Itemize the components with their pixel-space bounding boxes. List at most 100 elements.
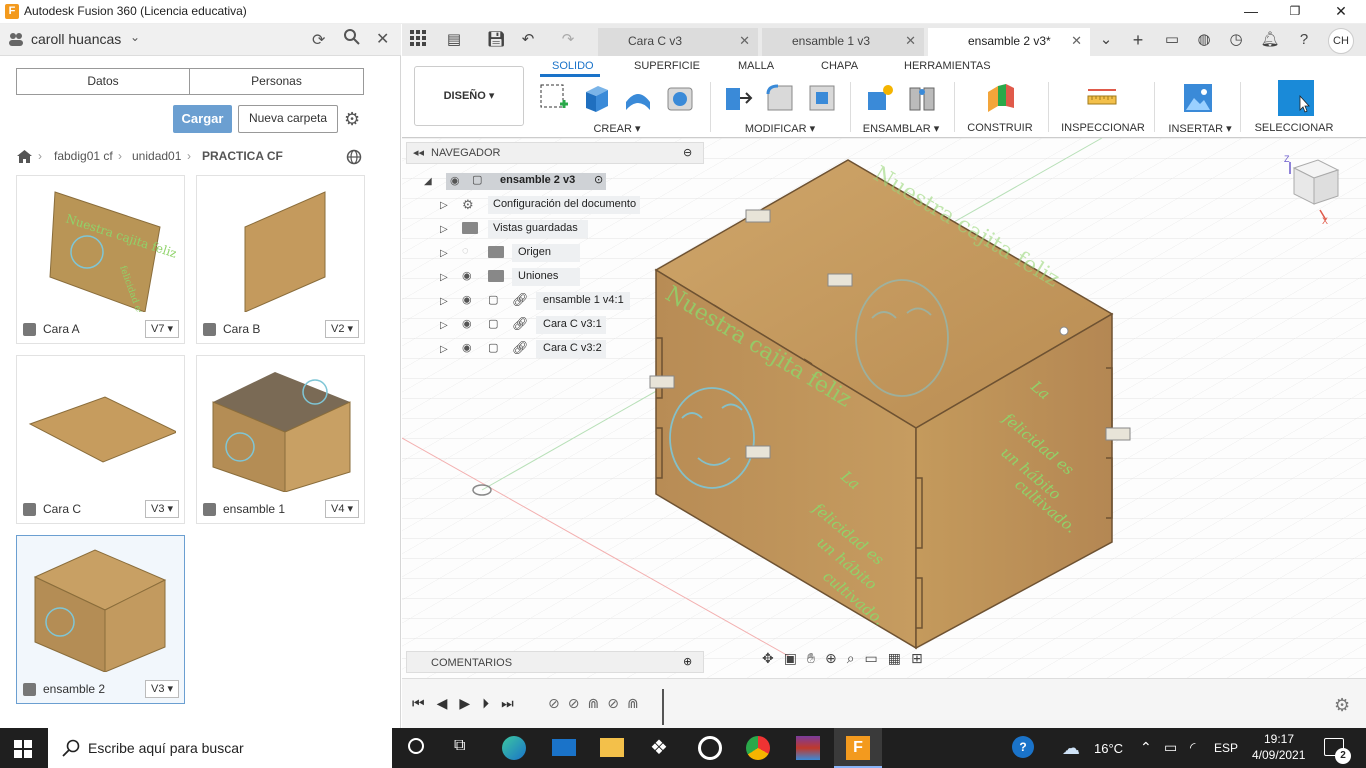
cortana-icon[interactable] — [408, 738, 424, 754]
app-icon[interactable] — [698, 736, 722, 760]
extensions-icon[interactable]: ◍ — [1194, 30, 1214, 50]
comments-icon[interactable]: ▭ — [1162, 30, 1182, 50]
fit-icon[interactable]: ⌕ — [847, 650, 865, 666]
tab-ensamble-1[interactable]: ensamble 1 v3 ✕ — [762, 28, 924, 56]
select-icon[interactable] — [1278, 80, 1314, 116]
fillet-icon[interactable] — [764, 82, 796, 114]
display-settings-icon[interactable]: ▭ — [865, 650, 888, 666]
settings-gear-icon[interactable]: ⚙ — [344, 109, 360, 130]
user-avatar[interactable]: CH — [1328, 28, 1354, 54]
joint-feature-icon[interactable]: ⋒ — [587, 695, 607, 711]
go-to-start-icon[interactable]: ⏮︎ — [412, 695, 437, 711]
new-tab-icon[interactable]: + — [1128, 30, 1148, 50]
tab-personas[interactable]: Personas — [189, 68, 364, 95]
shell-icon[interactable] — [806, 82, 838, 114]
tab-ensamble-2[interactable]: ensamble 2 v3* ✕ — [928, 28, 1090, 56]
tray-overflow-icon[interactable]: ⌃ — [1140, 739, 1152, 756]
group-crear[interactable]: CREAR ▾ — [582, 122, 652, 135]
close-tab-icon[interactable]: ✕ — [1071, 28, 1082, 54]
undo-icon[interactable]: ↶ — [518, 30, 538, 50]
tree-item[interactable]: ▷ ◉ ▢ 🔗︎ ensamble 1 v4:1 — [440, 290, 640, 312]
group-ensamblar[interactable]: ENSAMBLAR ▾ — [860, 122, 942, 135]
chevron-down-icon[interactable]: ⌄ — [130, 30, 140, 44]
globe-icon[interactable] — [346, 149, 362, 168]
tree-item[interactable]: ▷ Vistas guardadas — [440, 218, 640, 240]
upload-button[interactable]: Cargar — [173, 105, 232, 133]
home-icon[interactable] — [17, 150, 32, 166]
create-sketch-icon[interactable] — [538, 82, 570, 114]
language-indicator[interactable]: ESP — [1214, 741, 1238, 755]
tree-item[interactable]: ▷ ◉ Uniones — [440, 266, 640, 288]
help-icon[interactable]: ? — [1294, 30, 1314, 50]
minimize-browser-icon[interactable]: ⊖ — [683, 146, 692, 159]
expand-triangle-icon[interactable]: ▷ — [440, 224, 448, 235]
maximize-button[interactable]: ❐ — [1272, 0, 1318, 24]
new-component-icon[interactable] — [864, 82, 896, 114]
clock-date[interactable]: 4/09/2021 — [1252, 748, 1305, 762]
expand-triangle-icon[interactable]: ▷ — [440, 248, 448, 259]
version-badge[interactable]: V2 ▾ — [325, 320, 359, 338]
tab-datos[interactable]: Datos — [16, 68, 190, 95]
tree-item[interactable]: ▷ ◉ ▢ 🔗︎ Cara C v3:2 — [440, 338, 640, 360]
dropbox-icon[interactable]: ❖ — [650, 735, 668, 760]
orbit-icon[interactable]: ✥ — [762, 650, 784, 666]
visibility-eye-icon[interactable]: ◉ — [450, 174, 460, 187]
step-back-icon[interactable]: ◀︎ — [437, 695, 460, 711]
app-grid-icon[interactable] — [408, 30, 428, 50]
help-tray-icon[interactable]: ? — [1012, 736, 1034, 758]
winrar-icon[interactable] — [796, 736, 820, 760]
tab-herramientas[interactable]: HERRAMIENTAS — [904, 60, 991, 72]
file-menu-icon[interactable]: ▤ — [444, 30, 464, 50]
grid-settings-icon[interactable]: ▦ — [888, 650, 911, 666]
version-badge[interactable]: V3 ▾ — [145, 680, 179, 698]
tab-superficie[interactable]: SUPERFICIE — [634, 60, 700, 72]
wifi-icon[interactable]: ◜ — [1190, 739, 1195, 756]
browser-root[interactable]: ◢ ◉ ▢ ensamble 2 v3 ⊙ — [422, 170, 612, 192]
workspace-selector[interactable]: DISEÑO ▾ — [414, 66, 524, 126]
joint-feature-icon[interactable]: ⊘ — [568, 695, 588, 711]
notifications-bell-icon[interactable]: 🔔︎ — [1260, 30, 1280, 50]
look-at-icon[interactable]: ▣ — [784, 650, 807, 666]
temperature[interactable]: 16°C — [1094, 741, 1123, 756]
chrome-icon[interactable] — [746, 736, 770, 760]
viewports-icon[interactable]: ⊞ — [911, 650, 933, 666]
close-button[interactable]: ✕ — [1318, 0, 1364, 24]
breadcrumb-folder[interactable]: unidad01 — [132, 149, 181, 163]
file-card[interactable]: Nuestra cajita feliz felicidad es Cara A… — [16, 175, 185, 344]
file-card-selected[interactable]: ensamble 2 V3 ▾ — [16, 535, 185, 704]
viewcube[interactable]: Z X — [1282, 154, 1342, 226]
close-panel-icon[interactable]: ✕ — [376, 29, 389, 49]
play-icon[interactable]: ▶︎ — [459, 695, 482, 711]
tab-chapa[interactable]: CHAPA — [821, 60, 858, 72]
press-pull-icon[interactable] — [722, 82, 754, 114]
user-name[interactable]: caroll huancas — [31, 31, 121, 47]
group-insertar[interactable]: INSERTAR ▾ — [1168, 122, 1232, 135]
job-status-icon[interactable]: ◷ — [1226, 30, 1246, 50]
timeline-settings-gear-icon[interactable]: ⚙ — [1334, 695, 1350, 716]
visibility-hidden-icon[interactable]: ◌ — [462, 245, 469, 257]
file-explorer-icon[interactable] — [600, 738, 624, 757]
fusion-taskbar-button[interactable]: F — [834, 728, 882, 768]
task-view-icon[interactable]: ⧉ — [454, 737, 465, 755]
tree-item[interactable]: ▷ ⚙ Configuración del documento — [440, 194, 640, 216]
zoom-icon[interactable]: ⊕ — [825, 650, 847, 666]
tab-malla[interactable]: MALLA — [738, 60, 774, 72]
visibility-eye-icon[interactable]: ◉ — [462, 317, 472, 330]
visibility-eye-icon[interactable]: ◉ — [462, 269, 472, 282]
refresh-icon[interactable]: ⟳ — [312, 30, 325, 50]
go-to-end-icon[interactable]: ⏭︎ — [501, 695, 526, 711]
comments-panel-header[interactable]: COMENTARIOS ⊕ — [406, 651, 704, 673]
hole-icon[interactable] — [664, 82, 696, 114]
visibility-eye-icon[interactable]: ◉ — [462, 341, 472, 354]
taskbar-search[interactable]: Escribe aquí para buscar — [48, 728, 392, 768]
tab-solido[interactable]: SOLIDO — [552, 60, 594, 72]
save-icon[interactable]: 💾︎ — [486, 30, 506, 50]
tree-item[interactable]: ▷ ◉ ▢ 🔗︎ Cara C v3:1 — [440, 314, 640, 336]
expand-triangle-icon[interactable]: ▷ — [440, 296, 448, 307]
edge-icon[interactable] — [502, 736, 526, 760]
insert-image-icon[interactable] — [1182, 82, 1214, 114]
version-badge[interactable]: V3 ▾ — [145, 500, 179, 518]
browser-header[interactable]: ◂◂ NAVEGADOR ⊖ — [406, 142, 704, 164]
mail-icon[interactable] — [552, 739, 576, 756]
expand-triangle-icon[interactable]: ▷ — [440, 344, 448, 355]
